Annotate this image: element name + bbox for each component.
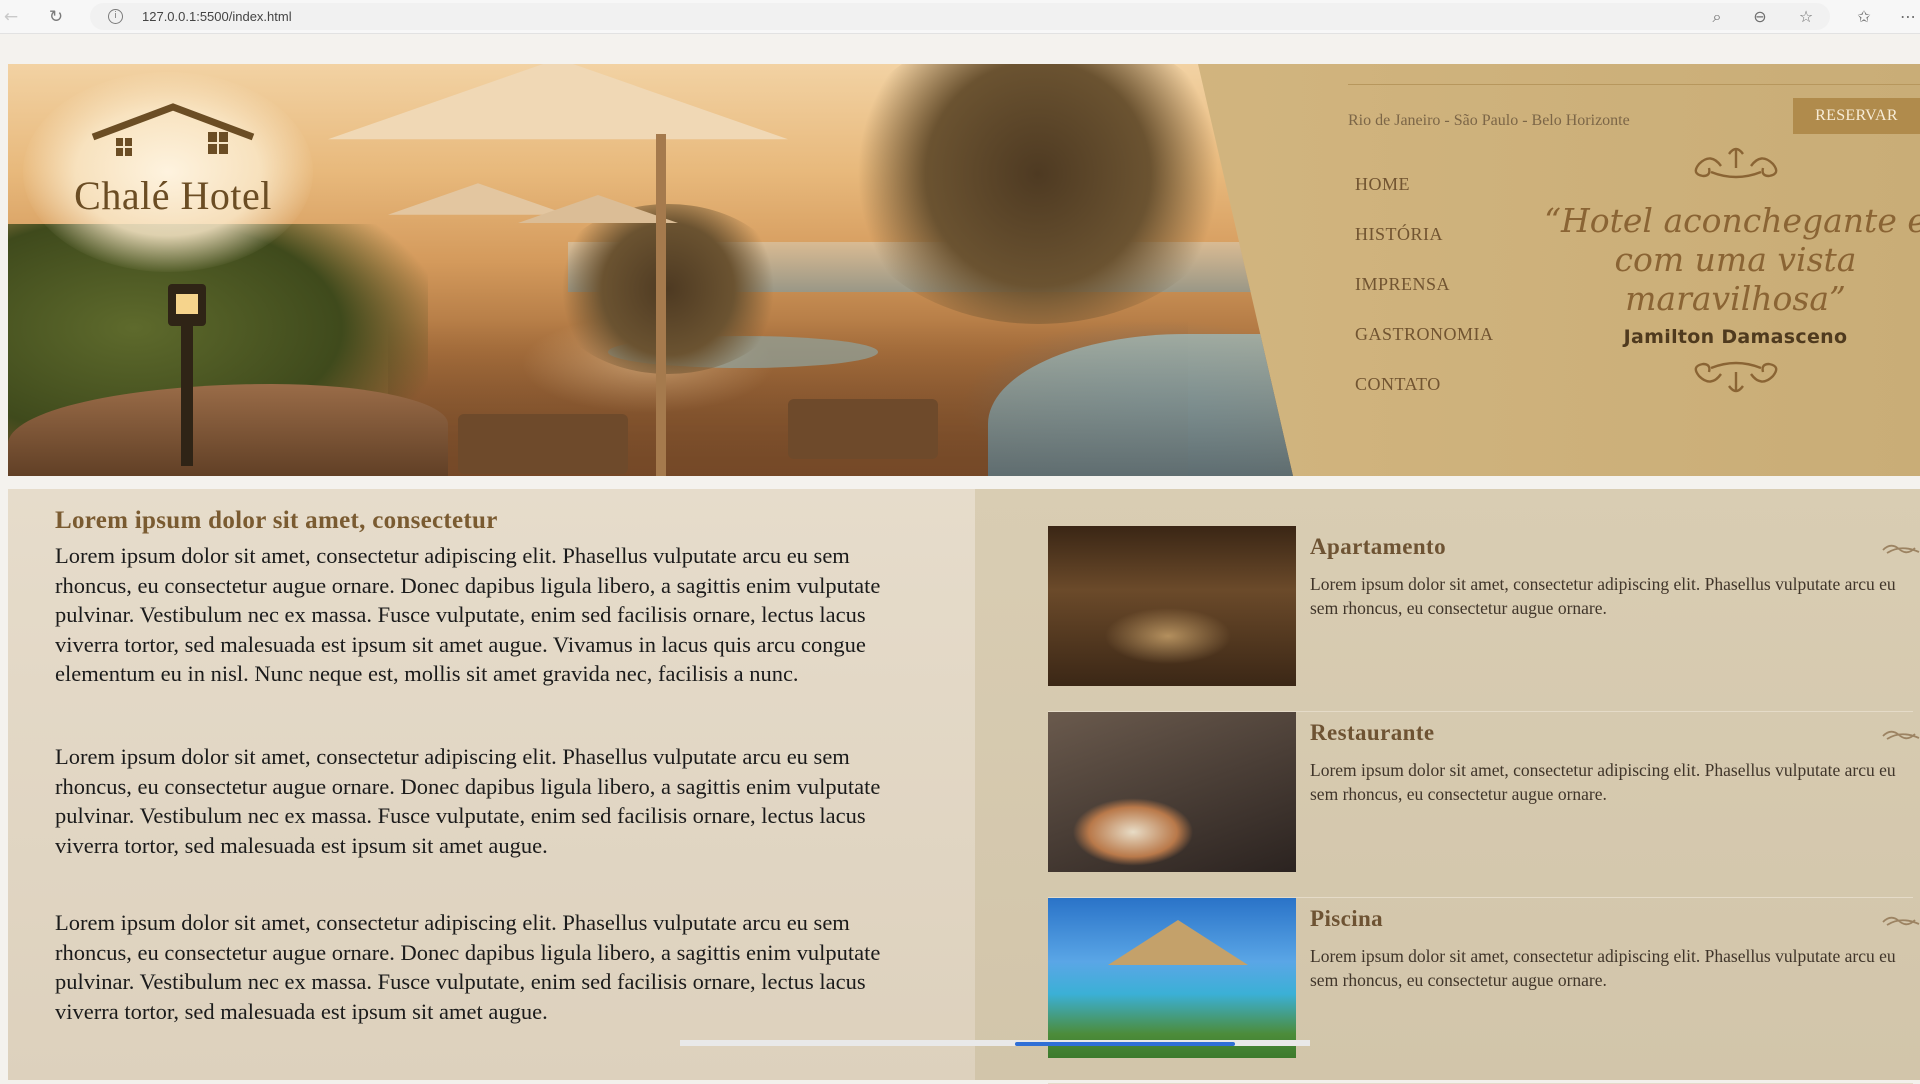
flourish-icon bbox=[1882, 730, 1920, 740]
feature-card-restaurante: Restaurante Lorem ipsum dolor sit amet, … bbox=[1048, 712, 1920, 898]
feature-card-apartamento: Apartamento Lorem ipsum dolor sit amet, … bbox=[1048, 526, 1920, 712]
reserve-button[interactable]: RESERVAR bbox=[1793, 98, 1920, 134]
card-title[interactable]: Piscina bbox=[1310, 906, 1383, 932]
menu-item-home[interactable]: HOME bbox=[1355, 174, 1494, 224]
minus-circle-icon[interactable]: ⊖ bbox=[1748, 6, 1772, 28]
main-menu: HOME HISTÓRIA IMPRENSA GASTRONOMIA CONTA… bbox=[1355, 174, 1494, 424]
feature-card-piscina: Piscina Lorem ipsum dolor sit amet, cons… bbox=[1048, 898, 1920, 1084]
hotel-logo[interactable]: Chalé Hotel bbox=[23, 72, 313, 272]
browser-toolbar: ← ↻ i 127.0.0.1:5500/index.html ⌕ ⊖ ☆ ✩ … bbox=[0, 0, 1920, 34]
reload-icon[interactable]: ↻ bbox=[45, 7, 67, 27]
menu-item-imprensa[interactable]: IMPRENSA bbox=[1355, 274, 1494, 324]
main-content: Lorem ipsum dolor sit amet, consectetur … bbox=[8, 489, 1920, 1084]
horizontal-scrollbar[interactable] bbox=[680, 1040, 1310, 1046]
card-text: Lorem ipsum dolor sit amet, consectetur … bbox=[1310, 574, 1896, 618]
divider bbox=[1348, 84, 1920, 85]
flourish-top-icon bbox=[1694, 147, 1777, 179]
zoom-icon[interactable]: ⌕ bbox=[1705, 6, 1729, 28]
article-paragraph: Lorem ipsum dolor sit amet, consectetur … bbox=[55, 744, 881, 858]
url-text[interactable]: 127.0.0.1:5500/index.html bbox=[142, 9, 292, 24]
page: Chalé Hotel Rio de Janeiro - São Paulo -… bbox=[0, 34, 1920, 1084]
testimonial: “Hotel aconchegante e com uma vista mara… bbox=[1543, 142, 1920, 403]
more-icon[interactable]: ⋯ bbox=[1896, 6, 1920, 28]
menu-item-contato[interactable]: CONTATO bbox=[1355, 374, 1494, 424]
card-text: Lorem ipsum dolor sit amet, consectetur … bbox=[1310, 760, 1896, 804]
garden-lamp bbox=[168, 284, 206, 476]
back-arrow-icon[interactable]: ← bbox=[0, 7, 22, 27]
pool-photo[interactable] bbox=[1048, 898, 1296, 1058]
testimonial-quote: “Hotel aconchegante e com uma vista mara… bbox=[1544, 201, 1920, 318]
flourish-icon bbox=[1882, 544, 1920, 554]
article-paragraph: Lorem ipsum dolor sit amet, consectetur … bbox=[55, 543, 881, 686]
restaurant-photo[interactable] bbox=[1048, 712, 1296, 872]
menu-item-historia[interactable]: HISTÓRIA bbox=[1355, 224, 1494, 274]
logo-text: Chalé Hotel bbox=[74, 173, 272, 218]
scrollbar-thumb[interactable] bbox=[1015, 1042, 1235, 1046]
favorites-icon[interactable]: ✩ bbox=[1852, 6, 1876, 28]
flourish-bottom-icon bbox=[1694, 361, 1777, 393]
article-title: Lorem ipsum dolor sit amet, consectetur bbox=[55, 507, 498, 534]
star-icon[interactable]: ☆ bbox=[1794, 6, 1818, 28]
house-roof-icon bbox=[91, 103, 255, 156]
card-title[interactable]: Apartamento bbox=[1310, 534, 1446, 560]
menu-item-gastronomia[interactable]: GASTRONOMIA bbox=[1355, 324, 1494, 374]
locations-text: Rio de Janeiro - São Paulo - Belo Horizo… bbox=[1348, 112, 1630, 129]
hero-photo: Chalé Hotel bbox=[8, 64, 1293, 476]
card-text: Lorem ipsum dolor sit amet, consectetur … bbox=[1310, 946, 1896, 990]
address-bar[interactable]: i 127.0.0.1:5500/index.html bbox=[90, 3, 1830, 30]
flourish-icon bbox=[1882, 916, 1920, 926]
article-paragraph: Lorem ipsum dolor sit amet, consectetur … bbox=[55, 910, 881, 1024]
site-header: Chalé Hotel Rio de Janeiro - São Paulo -… bbox=[8, 64, 1920, 476]
site-info-icon[interactable]: i bbox=[108, 9, 123, 24]
apartment-photo[interactable] bbox=[1048, 526, 1296, 686]
card-title[interactable]: Restaurante bbox=[1310, 720, 1435, 746]
testimonial-author: Jamilton Damasceno bbox=[1623, 326, 1848, 348]
article: Lorem ipsum dolor sit amet, consectetur … bbox=[8, 489, 975, 1080]
